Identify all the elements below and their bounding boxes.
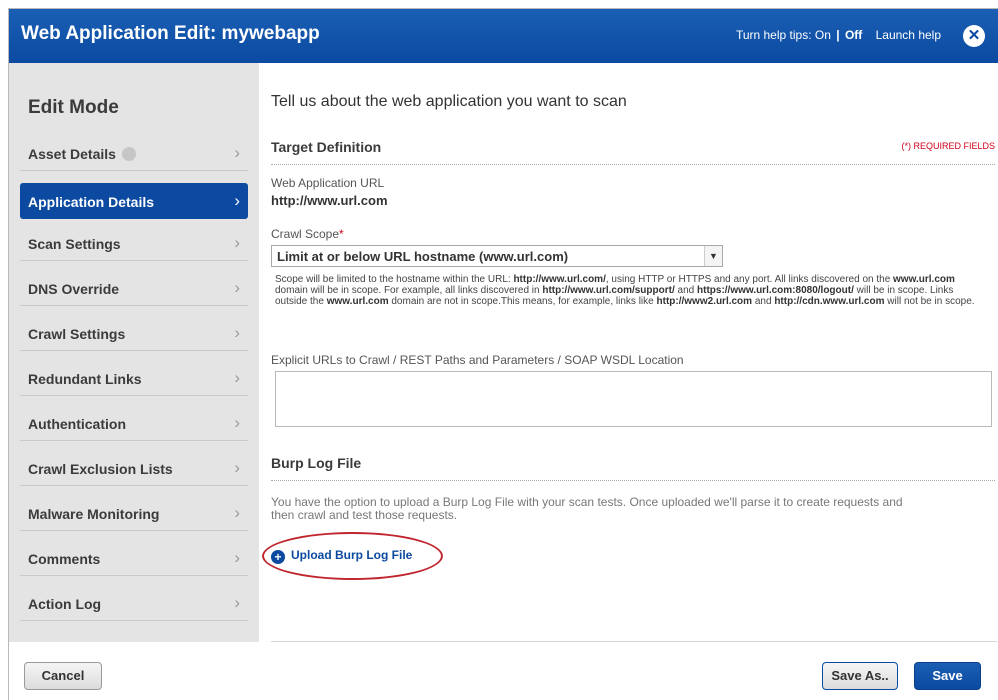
chevron-right-icon: ›	[234, 143, 240, 162]
chevron-down-icon: ▼	[704, 246, 722, 266]
upload-label: Upload Burp Log File	[291, 548, 413, 562]
edit-dialog: Web Application Edit: mywebapp Turn help…	[8, 8, 998, 700]
chevron-right-icon: ›	[234, 368, 240, 387]
sidebar-item-application-details[interactable]: Application Details ›	[20, 183, 248, 219]
burp-log-heading: Burp Log File	[271, 455, 995, 481]
help-tips-off-link[interactable]: Off	[845, 28, 862, 42]
chevron-right-icon: ›	[234, 413, 240, 432]
sidebar-item-label: Action Log	[28, 596, 102, 612]
sidebar-item-label: DNS Override	[28, 281, 120, 297]
sidebar-item-scan-settings[interactable]: Scan Settings ›	[20, 225, 248, 261]
launch-help-link[interactable]: Launch help	[876, 28, 941, 42]
crawl-scope-note: Scope will be limited to the hostname wi…	[275, 274, 975, 307]
crawl-scope-label-text: Crawl Scope	[271, 227, 340, 241]
sidebar-item-crawl-exclusion-lists[interactable]: Crawl Exclusion Lists ›	[20, 450, 248, 486]
sidebar-item-malware-monitoring[interactable]: Malware Monitoring ›	[20, 495, 248, 531]
help-tips-bar: Turn help tips: On | Off Launch help	[736, 28, 941, 42]
sidebar-item-label: Crawl Settings	[28, 326, 126, 342]
chevron-right-icon: ›	[234, 191, 240, 210]
sidebar-item-label: Authentication	[28, 416, 126, 432]
burp-description: You have the option to upload a Burp Log…	[271, 495, 903, 522]
save-as-button[interactable]: Save As..	[822, 662, 898, 690]
chevron-right-icon: ›	[234, 503, 240, 522]
chevron-right-icon: ›	[234, 548, 240, 567]
main-content: Tell us about the web application you wa…	[262, 63, 996, 643]
sidebar-item-crawl-settings[interactable]: Crawl Settings ›	[20, 315, 248, 351]
sidebar-item-authentication[interactable]: Authentication ›	[20, 405, 248, 441]
sidebar-item-comments[interactable]: Comments ›	[20, 540, 248, 576]
required-fields-note: (*) REQUIRED FIELDS	[901, 141, 995, 151]
sidebar-item-label: Comments	[28, 551, 101, 567]
help-tips-on-link[interactable]: On	[815, 28, 831, 42]
chevron-right-icon: ›	[234, 323, 240, 342]
sidebar-item-label: Crawl Exclusion Lists	[28, 461, 173, 477]
crawl-scope-value: Limit at or below URL hostname (www.url.…	[277, 249, 569, 264]
title-bar: Web Application Edit: mywebapp Turn help…	[9, 9, 998, 63]
chevron-right-icon: ›	[234, 593, 240, 612]
close-icon[interactable]: ✕	[963, 25, 985, 47]
sidebar-item-asset-details[interactable]: Asset Details ›	[20, 135, 248, 171]
info-icon	[121, 147, 136, 161]
section-title: Target Definition	[271, 139, 382, 155]
target-definition-heading: Target Definition (*) REQUIRED FIELDS	[271, 139, 995, 165]
sidebar-item-label: Application Details	[28, 194, 155, 210]
explicit-urls-label: Explicit URLs to Crawl / REST Paths and …	[271, 353, 684, 367]
sidebar-item-label: Asset Details	[28, 146, 116, 162]
footer-divider	[271, 641, 997, 642]
sidebar-item-action-log[interactable]: Action Log ›	[20, 585, 248, 621]
chevron-right-icon: ›	[234, 278, 240, 297]
sidebar-item-redundant-links[interactable]: Redundant Links ›	[20, 360, 248, 396]
section-title: Burp Log File	[271, 455, 362, 471]
help-tips-separator: |	[836, 28, 840, 42]
chevron-right-icon: ›	[234, 458, 240, 477]
sidebar-item-dns-override[interactable]: DNS Override ›	[20, 270, 248, 306]
crawl-scope-label: Crawl Scope*	[271, 227, 344, 241]
edit-mode-sidebar: Edit Mode Asset Details › Application De…	[9, 63, 259, 642]
upload-burp-log-link[interactable]: + Upload Burp Log File	[271, 548, 412, 564]
save-button[interactable]: Save	[914, 662, 981, 690]
help-tips-label: Turn help tips:	[735, 28, 812, 42]
crawl-scope-select[interactable]: Limit at or below URL hostname (www.url.…	[271, 245, 723, 267]
sidebar-item-label: Scan Settings	[28, 236, 121, 252]
sidebar-heading: Edit Mode	[28, 97, 119, 118]
chevron-right-icon: ›	[234, 233, 240, 252]
cancel-button[interactable]: Cancel	[24, 662, 102, 690]
explicit-urls-textarea[interactable]	[275, 371, 992, 427]
sidebar-item-label: Redundant Links	[28, 371, 142, 387]
url-value: http://www.url.com	[271, 193, 388, 208]
sidebar-item-label: Malware Monitoring	[28, 506, 160, 522]
dialog-title: Web Application Edit: mywebapp	[21, 23, 320, 44]
page-intro: Tell us about the web application you wa…	[271, 93, 627, 110]
plus-circle-icon: +	[271, 550, 285, 564]
url-label: Web Application URL	[271, 176, 385, 190]
required-star: *	[339, 227, 344, 241]
